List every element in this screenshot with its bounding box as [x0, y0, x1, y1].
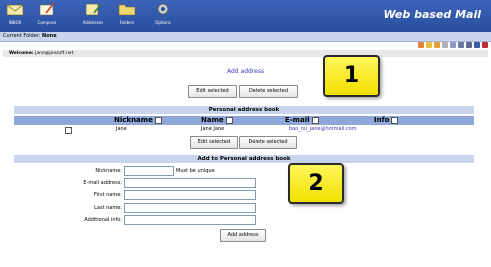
folder-icon[interactable]	[434, 42, 440, 48]
address-book-header: Personal address book	[14, 106, 474, 114]
folder-bar: Current Folder: None	[0, 32, 491, 48]
delete-selected-button-bottom[interactable]: Delete selected	[239, 136, 297, 149]
print-icon[interactable]	[450, 42, 456, 48]
sort-name-icon[interactable]	[225, 116, 233, 124]
settings-icon[interactable]	[466, 42, 472, 48]
nav-item-addresses[interactable]: Addresses	[78, 1, 108, 25]
col-email[interactable]: E-mail	[285, 116, 319, 125]
edit-selected-button-top[interactable]: Edit selected	[188, 85, 237, 98]
nickname-hint: Must be unique	[176, 168, 215, 174]
column-header-row: Nickname Name E-mail Info	[14, 116, 474, 125]
edit-selected-button-bottom[interactable]: Edit selected	[190, 136, 238, 149]
nav-options-label: Options	[155, 20, 171, 25]
row-email-link[interactable]: ban_nu_jane@hotmail.com	[289, 126, 357, 132]
last-name-label: Last name:	[94, 205, 122, 211]
row-nickname: Jane	[116, 126, 127, 132]
folders-icon	[118, 4, 136, 16]
search-icon[interactable]	[458, 42, 464, 48]
col-name-label: Name	[201, 116, 224, 124]
nav-inbox-label: INBOX	[8, 20, 22, 25]
col-name[interactable]: Name	[201, 116, 233, 125]
toolbar-icons	[416, 33, 488, 48]
sort-info-icon[interactable]	[391, 116, 399, 124]
brand-title: Web based Mail	[383, 8, 481, 21]
welcome-email: jane@piezoft.net	[35, 51, 74, 56]
additional-info-label: Additional info:	[84, 217, 122, 223]
add-form-header: Add to Personal address book	[14, 155, 474, 163]
mail-icon[interactable]	[426, 42, 432, 48]
refresh-icon[interactable]	[418, 42, 424, 48]
nickname-label: Nickname:	[95, 168, 122, 174]
nav-compose-label: Compose	[37, 20, 57, 25]
last-name-input[interactable]	[124, 203, 256, 213]
trash-icon[interactable]	[442, 42, 448, 48]
options-icon	[157, 3, 169, 15]
nav-item-compose[interactable]: Compose	[32, 1, 62, 25]
nav-item-options[interactable]: Options	[148, 1, 178, 25]
col-info[interactable]: Info	[374, 116, 399, 125]
callout-1: 1	[323, 55, 380, 97]
help-icon[interactable]	[474, 42, 480, 48]
email-input[interactable]	[124, 178, 256, 188]
row-name: Jane Jane	[201, 126, 225, 132]
additional-info-input[interactable]	[124, 215, 256, 225]
logout-icon[interactable]	[482, 42, 488, 48]
nav-addresses-label: Addresses	[82, 20, 104, 25]
callout-2: 2	[288, 163, 344, 204]
add-address-link[interactable]: Add address	[227, 68, 264, 75]
current-folder-text: Current Folder: None	[3, 33, 57, 39]
delete-selected-button-top[interactable]: Delete selected	[239, 85, 298, 98]
current-folder-label: Current Folder:	[3, 33, 41, 39]
col-nickname-label: Nickname	[114, 116, 153, 124]
addresses-icon	[85, 3, 102, 16]
nav-item-inbox[interactable]: INBOX	[0, 1, 30, 25]
email-label: E-mail address:	[83, 180, 122, 186]
nav-folders-label: Folders	[119, 20, 135, 25]
sort-email-icon[interactable]	[311, 116, 319, 124]
welcome-bar: Welcome: jane@piezoft.net	[3, 50, 488, 57]
col-nickname[interactable]: Nickname	[114, 116, 162, 125]
inbox-icon	[6, 4, 24, 16]
col-email-label: E-mail	[285, 116, 310, 124]
current-folder-value: None	[42, 33, 57, 39]
welcome-label: Welcome:	[9, 51, 34, 56]
col-info-label: Info	[374, 116, 390, 124]
nav-item-folders[interactable]: Folders	[112, 1, 142, 25]
sort-nickname-icon[interactable]	[154, 116, 162, 124]
first-name-input[interactable]	[124, 190, 256, 200]
first-name-label: First name:	[94, 192, 122, 198]
add-address-button[interactable]: Add address	[220, 229, 266, 242]
compose-icon	[39, 2, 55, 16]
row-select-checkbox[interactable]	[65, 127, 72, 134]
nickname-input[interactable]	[124, 166, 174, 176]
top-nav-bar: INBOX Compose Addresses Folders Options …	[0, 0, 491, 32]
